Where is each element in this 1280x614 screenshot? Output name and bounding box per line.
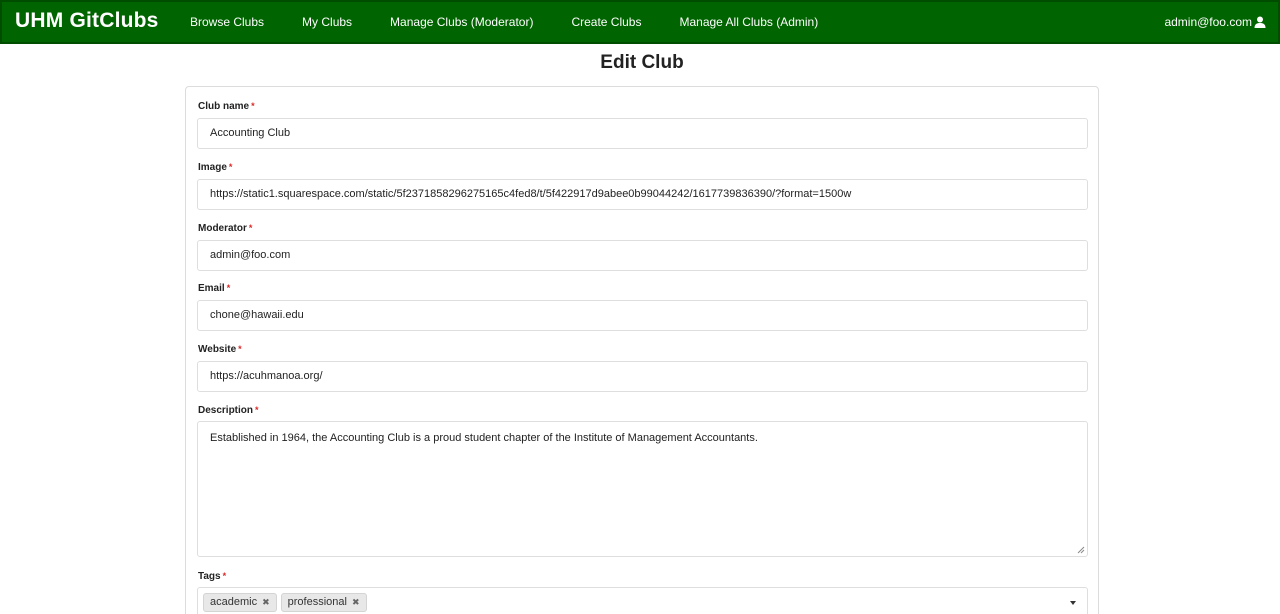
tags-label: Tags *	[198, 571, 226, 582]
nav-links: Browse Clubs My Clubs Manage Clubs (Mode…	[178, 2, 844, 42]
club-name-label: Club name *	[198, 101, 255, 112]
required-mark: *	[238, 344, 242, 354]
navbar: UHM GitClubs Browse Clubs My Clubs Manag…	[0, 0, 1280, 44]
brand-logo-text[interactable]: UHM GitClubs	[15, 9, 159, 33]
moderator-label-text: Moderator	[198, 223, 247, 234]
tag-chip-academic: academic ✖	[203, 592, 277, 612]
remove-tag-icon[interactable]: ✖	[262, 597, 270, 608]
tag-chip-professional: professional ✖	[280, 592, 367, 612]
edit-club-form: Club name * Accounting Club Image * https:…	[185, 86, 1099, 614]
description-label: Description *	[198, 405, 259, 416]
club-name-label-text: Club name	[198, 101, 250, 112]
required-mark: *	[228, 162, 233, 172]
required-mark: *	[248, 223, 253, 233]
nav-manage-all-clubs-admin[interactable]: Manage All Clubs (Admin)	[679, 15, 818, 29]
tag-label: professional	[287, 596, 347, 608]
description-label-text: Description	[198, 405, 254, 416]
email-input[interactable]: chone@hawaii.edu	[197, 300, 1088, 331]
moderator-input[interactable]: admin@foo.com	[197, 240, 1088, 271]
user-email: admin@foo.com	[1164, 15, 1252, 29]
chevron-down-icon[interactable]	[1070, 601, 1076, 605]
club-name-input[interactable]: Accounting Club	[197, 118, 1088, 149]
tag-label: academic	[210, 596, 258, 608]
remove-tag-icon[interactable]: ✖	[352, 597, 360, 608]
email-label: Email *	[198, 283, 230, 294]
user-menu[interactable]: admin@foo.com	[1164, 15, 1266, 29]
tags-multiselect[interactable]: academic ✖ professional ✖	[197, 587, 1088, 614]
nav-manage-clubs-moderator[interactable]: Manage Clubs (Moderator)	[390, 15, 533, 29]
required-mark: *	[251, 101, 255, 111]
image-label: Image *	[198, 162, 232, 173]
required-mark: *	[222, 571, 227, 581]
resize-handle-icon[interactable]	[1077, 546, 1085, 554]
page-title: Edit Club	[600, 52, 684, 73]
email-label-text: Email	[198, 283, 225, 294]
description-text: Established in 1964, the Accounting Club…	[210, 432, 758, 444]
nav-my-clubs[interactable]: My Clubs	[302, 15, 352, 29]
moderator-label: Moderator *	[198, 223, 252, 234]
website-label: Website *	[198, 344, 242, 355]
required-mark: *	[226, 283, 231, 293]
user-icon	[1254, 16, 1266, 28]
website-label-text: Website	[198, 344, 237, 355]
image-url-input[interactable]: https://static1.squarespace.com/static/5…	[197, 179, 1088, 210]
website-input[interactable]: https://acuhmanoa.org/	[197, 361, 1088, 392]
description-textarea[interactable]: Established in 1964, the Accounting Club…	[197, 421, 1088, 557]
nav-create-clubs[interactable]: Create Clubs	[571, 15, 641, 29]
nav-browse-clubs[interactable]: Browse Clubs	[190, 15, 264, 29]
image-label-text: Image	[198, 162, 227, 173]
tags-label-text: Tags	[198, 571, 221, 582]
required-mark: *	[255, 405, 259, 415]
